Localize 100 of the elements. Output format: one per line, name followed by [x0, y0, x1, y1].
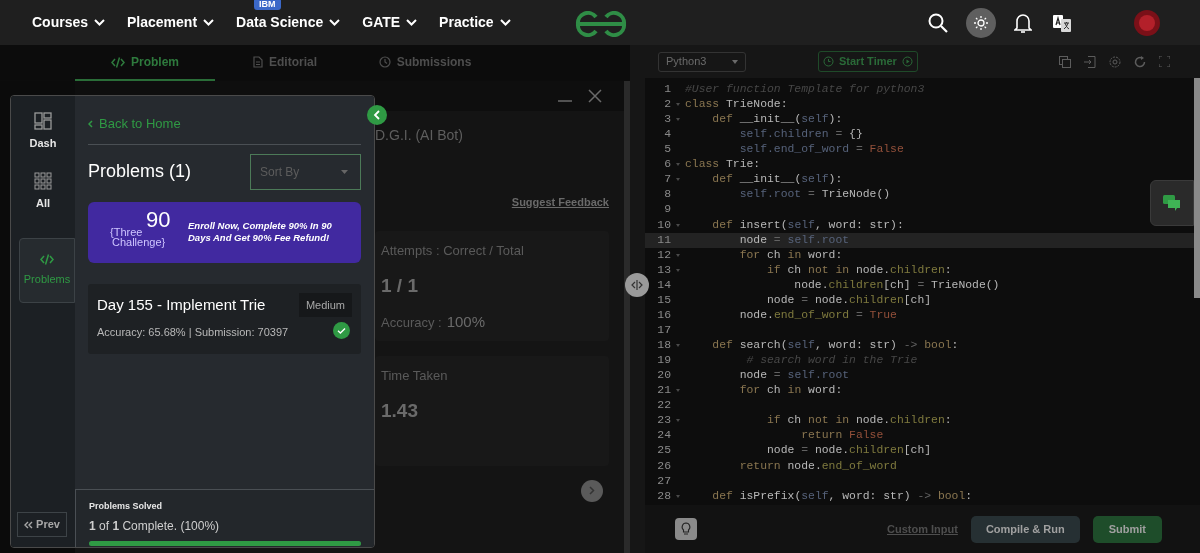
theme-toggle[interactable] — [966, 7, 996, 38]
line-number: 20 — [656, 368, 671, 384]
line-number: 17 — [656, 323, 671, 338]
bell-icon[interactable] — [1014, 11, 1032, 34]
stat-value: 1 / 1 — [381, 274, 419, 298]
code-line[interactable]: if ch not in node.children: — [685, 261, 952, 279]
back-link[interactable]: Back to Home — [88, 114, 361, 145]
code-line[interactable]: for ch in word: — [685, 382, 843, 400]
code-line[interactable]: for ch in word: — [685, 246, 843, 264]
nav-menu-item[interactable]: Practice — [439, 12, 511, 33]
fold-arrow-icon[interactable] — [676, 268, 680, 272]
fullscreen-icon[interactable] — [1159, 56, 1170, 67]
progress-summary: 1 of 1 Complete. (100%) — [89, 517, 221, 535]
code-line[interactable]: node.children[ch] = TrieNode() — [685, 276, 1000, 294]
fold-arrow-icon[interactable] — [676, 118, 680, 122]
code-line[interactable]: def __init__(self): — [685, 171, 843, 189]
code-line[interactable]: return False — [685, 427, 884, 445]
sidebar-item[interactable]: Problems — [19, 238, 75, 303]
fold-arrow-icon[interactable] — [676, 223, 680, 227]
nav-menu-item[interactable]: GATE — [362, 12, 418, 33]
copy-icon[interactable] — [1059, 55, 1071, 68]
line-number: 16 — [656, 307, 671, 323]
compile-run-button[interactable]: Compile & Run — [970, 515, 1080, 543]
line-number: 12 — [656, 247, 671, 263]
clock-icon — [823, 56, 834, 67]
logo-icon[interactable] — [574, 11, 628, 37]
nav-menu-item[interactable]: Placement — [127, 12, 215, 33]
line-number: 27 — [656, 473, 671, 489]
code-line[interactable]: node = self.root — [685, 231, 850, 249]
banner-logo-number: 90 — [146, 208, 171, 232]
code-line[interactable]: node.end_of_word = True — [685, 306, 897, 325]
code-line[interactable]: def __init__(self): — [685, 111, 843, 129]
clock-icon — [378, 56, 391, 68]
translate-icon[interactable] — [1052, 12, 1072, 33]
problem-card[interactable]: Day 155 - Implement Trie Medium Accuracy: 65.68% | Submission: 70397 — [88, 283, 361, 354]
bot-title: D.G.I. (AI Bot) — [375, 126, 464, 145]
caret-down-icon — [732, 59, 738, 64]
chat-icon — [1163, 195, 1181, 211]
code-line[interactable]: node = node.children[ch] — [685, 291, 932, 309]
line-number: 18 — [656, 338, 671, 354]
fold-arrow-icon[interactable] — [676, 103, 680, 107]
scrollbar[interactable] — [1194, 78, 1200, 298]
line-number: 24 — [656, 428, 671, 444]
line-number: 15 — [656, 292, 671, 308]
line-number: 10 — [656, 217, 671, 233]
code-line[interactable]: class TrieNode: — [685, 96, 788, 114]
settings-icon[interactable] — [1109, 55, 1121, 68]
drag-arrows-icon — [631, 280, 643, 290]
chevron-down-icon — [203, 19, 215, 26]
line-number: 7 — [663, 172, 671, 188]
code-line[interactable]: node = self.root — [685, 367, 850, 385]
avatar-icon[interactable] — [1134, 9, 1160, 36]
code-line[interactable]: self.children = {} — [685, 126, 863, 144]
fold-arrow-icon[interactable] — [676, 419, 680, 423]
line-number: 2 — [663, 97, 671, 113]
fold-arrow-icon[interactable] — [676, 344, 680, 348]
line-number: 5 — [663, 142, 671, 158]
code-icon — [40, 253, 54, 265]
fold-arrow-icon[interactable] — [676, 494, 680, 498]
code-line[interactable]: def insert(self, word: str): — [685, 216, 904, 234]
line-number: 3 — [663, 112, 671, 128]
code-line[interactable]: node = node.children[ch] — [685, 442, 932, 460]
prev-button[interactable]: Prev — [17, 512, 67, 537]
line-number: 13 — [656, 262, 671, 278]
sidebar-item[interactable]: All — [15, 170, 71, 214]
submit-button[interactable]: Submit — [1092, 515, 1162, 543]
line-number: 8 — [663, 187, 671, 203]
next-button[interactable] — [581, 479, 603, 502]
import-icon[interactable] — [1084, 55, 1096, 68]
double-chevron-left-icon — [24, 520, 34, 529]
sun-icon — [974, 15, 988, 30]
stat-value: 1.43 — [381, 399, 419, 423]
nav-menu-item[interactable]: Data Science — [236, 12, 341, 33]
refresh-icon[interactable] — [1134, 55, 1146, 68]
code-line[interactable]: if ch not in node.children: — [685, 412, 952, 430]
chat-button[interactable] — [1150, 180, 1194, 226]
fold-arrow-icon[interactable] — [676, 253, 680, 257]
line-number: 21 — [656, 383, 671, 399]
fold-arrow-icon[interactable] — [676, 389, 680, 393]
code-line[interactable]: def isPrefix(self, word: str) -> bool: — [685, 487, 973, 505]
search-icon[interactable] — [928, 12, 948, 33]
fold-arrow-icon[interactable] — [676, 163, 680, 167]
code-line[interactable]: return node.end_of_word — [685, 457, 897, 475]
hint-button[interactable] — [675, 518, 697, 540]
fold-arrow-icon[interactable] — [676, 178, 680, 182]
line-number: 19 — [656, 353, 671, 369]
code-line[interactable]: self.root = TrieNode() — [685, 186, 891, 204]
nav-menu-item[interactable]: Courses — [32, 12, 106, 33]
code-line[interactable]: def search(self, word: str) -> bool: — [685, 337, 959, 355]
stat-value: 100% — [446, 311, 486, 332]
code-line[interactable]: class Trie: — [685, 156, 761, 174]
caret-down-icon — [341, 169, 348, 174]
sidebar-item[interactable]: Dash — [15, 110, 71, 154]
progress-label: Problems Solved — [89, 500, 164, 513]
code-icon — [111, 56, 125, 68]
lightbulb-icon — [680, 522, 692, 536]
close-icon[interactable] — [588, 89, 602, 103]
chevron-down-icon — [329, 19, 341, 26]
stat-label: Time Taken — [381, 366, 449, 385]
line-number: 26 — [656, 458, 671, 474]
